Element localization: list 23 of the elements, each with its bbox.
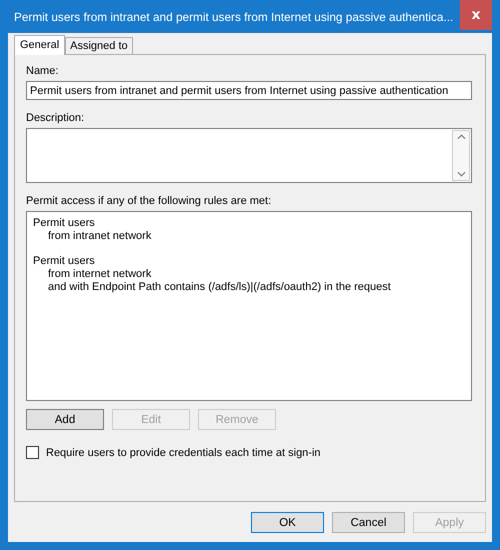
rule-title: Permit users [33,255,96,268]
dialog-button[interactable]: OK [251,512,324,533]
checkbox-label: Require users to provide credentials each time at sign-in [46,446,321,458]
name-field[interactable]: Permit users from intranet and permit users from Internet using passive authentication [26,81,472,100]
rule-button[interactable]: Add [26,409,104,430]
tab[interactable]: General [14,35,66,55]
rule-condition: from intranet network [47,230,152,243]
close-button[interactable]: x [460,0,492,30]
field-label: Description: [26,112,86,124]
rules-list[interactable]: Permit users from intranet network Permit users from internet network and with Endpoint Path contains (/adfs/ls)|(/adfs/oauth2) in the request [26,211,472,401]
scroll-down-icon[interactable] [456,171,466,177]
dialog-button[interactable]: Cancel [332,512,405,533]
scroll-up-icon[interactable] [456,134,466,140]
checkbox[interactable] [26,446,39,459]
rule-condition: from internet network [47,268,152,281]
window-title: Permit users from intranet and permit users from Internet using passive authentica... [13,10,454,24]
scrollbar[interactable] [452,130,470,181]
list-label: Permit access if any of the following rules are met: [26,195,272,207]
field-label: Name: [26,65,60,77]
rule-title: Permit users [33,217,96,230]
description-field[interactable] [26,128,472,183]
rule-condition: and with Endpoint Path contains (/adfs/ls)|(/adfs/oauth2) in the request [47,281,392,294]
tab[interactable]: Assigned to [65,37,133,54]
